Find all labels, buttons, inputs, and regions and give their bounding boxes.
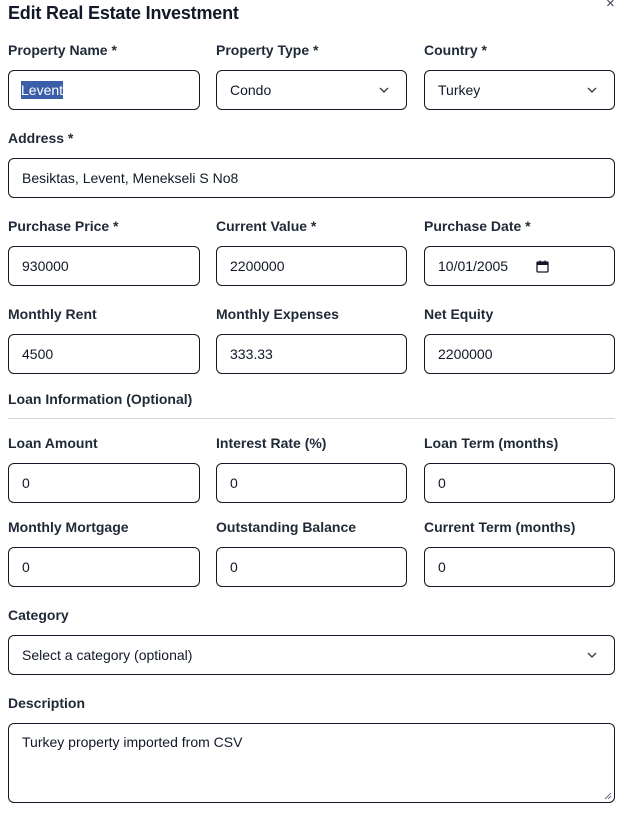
monthly-rent-label: Monthly Rent <box>8 306 97 322</box>
chevron-down-icon <box>587 652 597 658</box>
purchase-price-input[interactable]: 930000 <box>8 246 200 286</box>
country-select[interactable]: Turkey <box>424 70 615 110</box>
purchase-date-value: 10/01/2005 <box>438 258 509 274</box>
net-equity-label: Net Equity <box>424 306 494 322</box>
current-term-value: 0 <box>438 559 446 575</box>
purchase-date-input[interactable]: 10/01/2005 <box>424 246 615 286</box>
loan-amount-label: Loan Amount <box>8 435 98 451</box>
loan-section-heading: Loan Information (Optional) <box>8 391 193 407</box>
current-value-input[interactable]: 2200000 <box>216 246 407 286</box>
property-type-value: Condo <box>230 82 272 98</box>
monthly-mortgage-value: 0 <box>22 559 30 575</box>
interest-rate-value: 0 <box>230 475 238 491</box>
monthly-rent-input[interactable]: 4500 <box>8 334 200 374</box>
resize-grip-icon[interactable] <box>604 792 612 800</box>
monthly-rent-value: 4500 <box>22 346 54 362</box>
outstanding-balance-label: Outstanding Balance <box>216 519 357 535</box>
address-label: Address * <box>8 130 74 146</box>
calendar-icon[interactable] <box>536 260 549 273</box>
monthly-expenses-input[interactable]: 333.33 <box>216 334 407 374</box>
purchase-date-label: Purchase Date * <box>424 218 531 234</box>
address-value: Besiktas, Levent, Menekseli S No8 <box>22 170 239 186</box>
current-term-label: Current Term (months) <box>424 519 576 535</box>
net-equity-input[interactable]: 2200000 <box>424 334 615 374</box>
property-type-select[interactable]: Condo <box>216 70 407 110</box>
loan-term-input[interactable]: 0 <box>424 463 615 503</box>
country-label: Country * <box>424 42 487 58</box>
loan-term-value: 0 <box>438 475 446 491</box>
section-divider <box>8 418 615 419</box>
net-equity-value: 2200000 <box>438 346 493 362</box>
current-term-input[interactable]: 0 <box>424 547 615 587</box>
monthly-expenses-value: 333.33 <box>230 346 273 362</box>
monthly-mortgage-input[interactable]: 0 <box>8 547 200 587</box>
description-value: Turkey property imported from CSV <box>22 734 243 750</box>
close-icon[interactable]: × <box>606 0 615 12</box>
country-value: Turkey <box>438 82 481 98</box>
interest-rate-input[interactable]: 0 <box>216 463 407 503</box>
outstanding-balance-input[interactable]: 0 <box>216 547 407 587</box>
description-label: Description <box>8 695 86 711</box>
loan-amount-input[interactable]: 0 <box>8 463 200 503</box>
category-value: Select a category (optional) <box>22 647 193 663</box>
property-name-input[interactable]: Levent <box>8 70 200 110</box>
dialog-title: Edit Real Estate Investment <box>8 3 239 23</box>
category-label: Category <box>8 607 69 623</box>
loan-amount-value: 0 <box>22 475 30 491</box>
purchase-price-value: 930000 <box>22 258 69 274</box>
property-type-label: Property Type * <box>216 42 319 58</box>
property-name-label: Property Name * <box>8 42 117 58</box>
address-input[interactable]: Besiktas, Levent, Menekseli S No8 <box>8 158 615 198</box>
current-value-value: 2200000 <box>230 258 285 274</box>
description-textarea[interactable]: Turkey property imported from CSV <box>8 723 615 803</box>
interest-rate-label: Interest Rate (%) <box>216 435 327 451</box>
monthly-expenses-label: Monthly Expenses <box>216 306 339 322</box>
loan-term-label: Loan Term (months) <box>424 435 559 451</box>
monthly-mortgage-label: Monthly Mortgage <box>8 519 129 535</box>
current-value-label: Current Value * <box>216 218 317 234</box>
property-name-value: Levent <box>21 81 64 99</box>
purchase-price-label: Purchase Price * <box>8 218 119 234</box>
chevron-down-icon <box>379 87 389 93</box>
chevron-down-icon <box>587 87 597 93</box>
outstanding-balance-value: 0 <box>230 559 238 575</box>
category-select[interactable]: Select a category (optional) <box>8 635 615 675</box>
